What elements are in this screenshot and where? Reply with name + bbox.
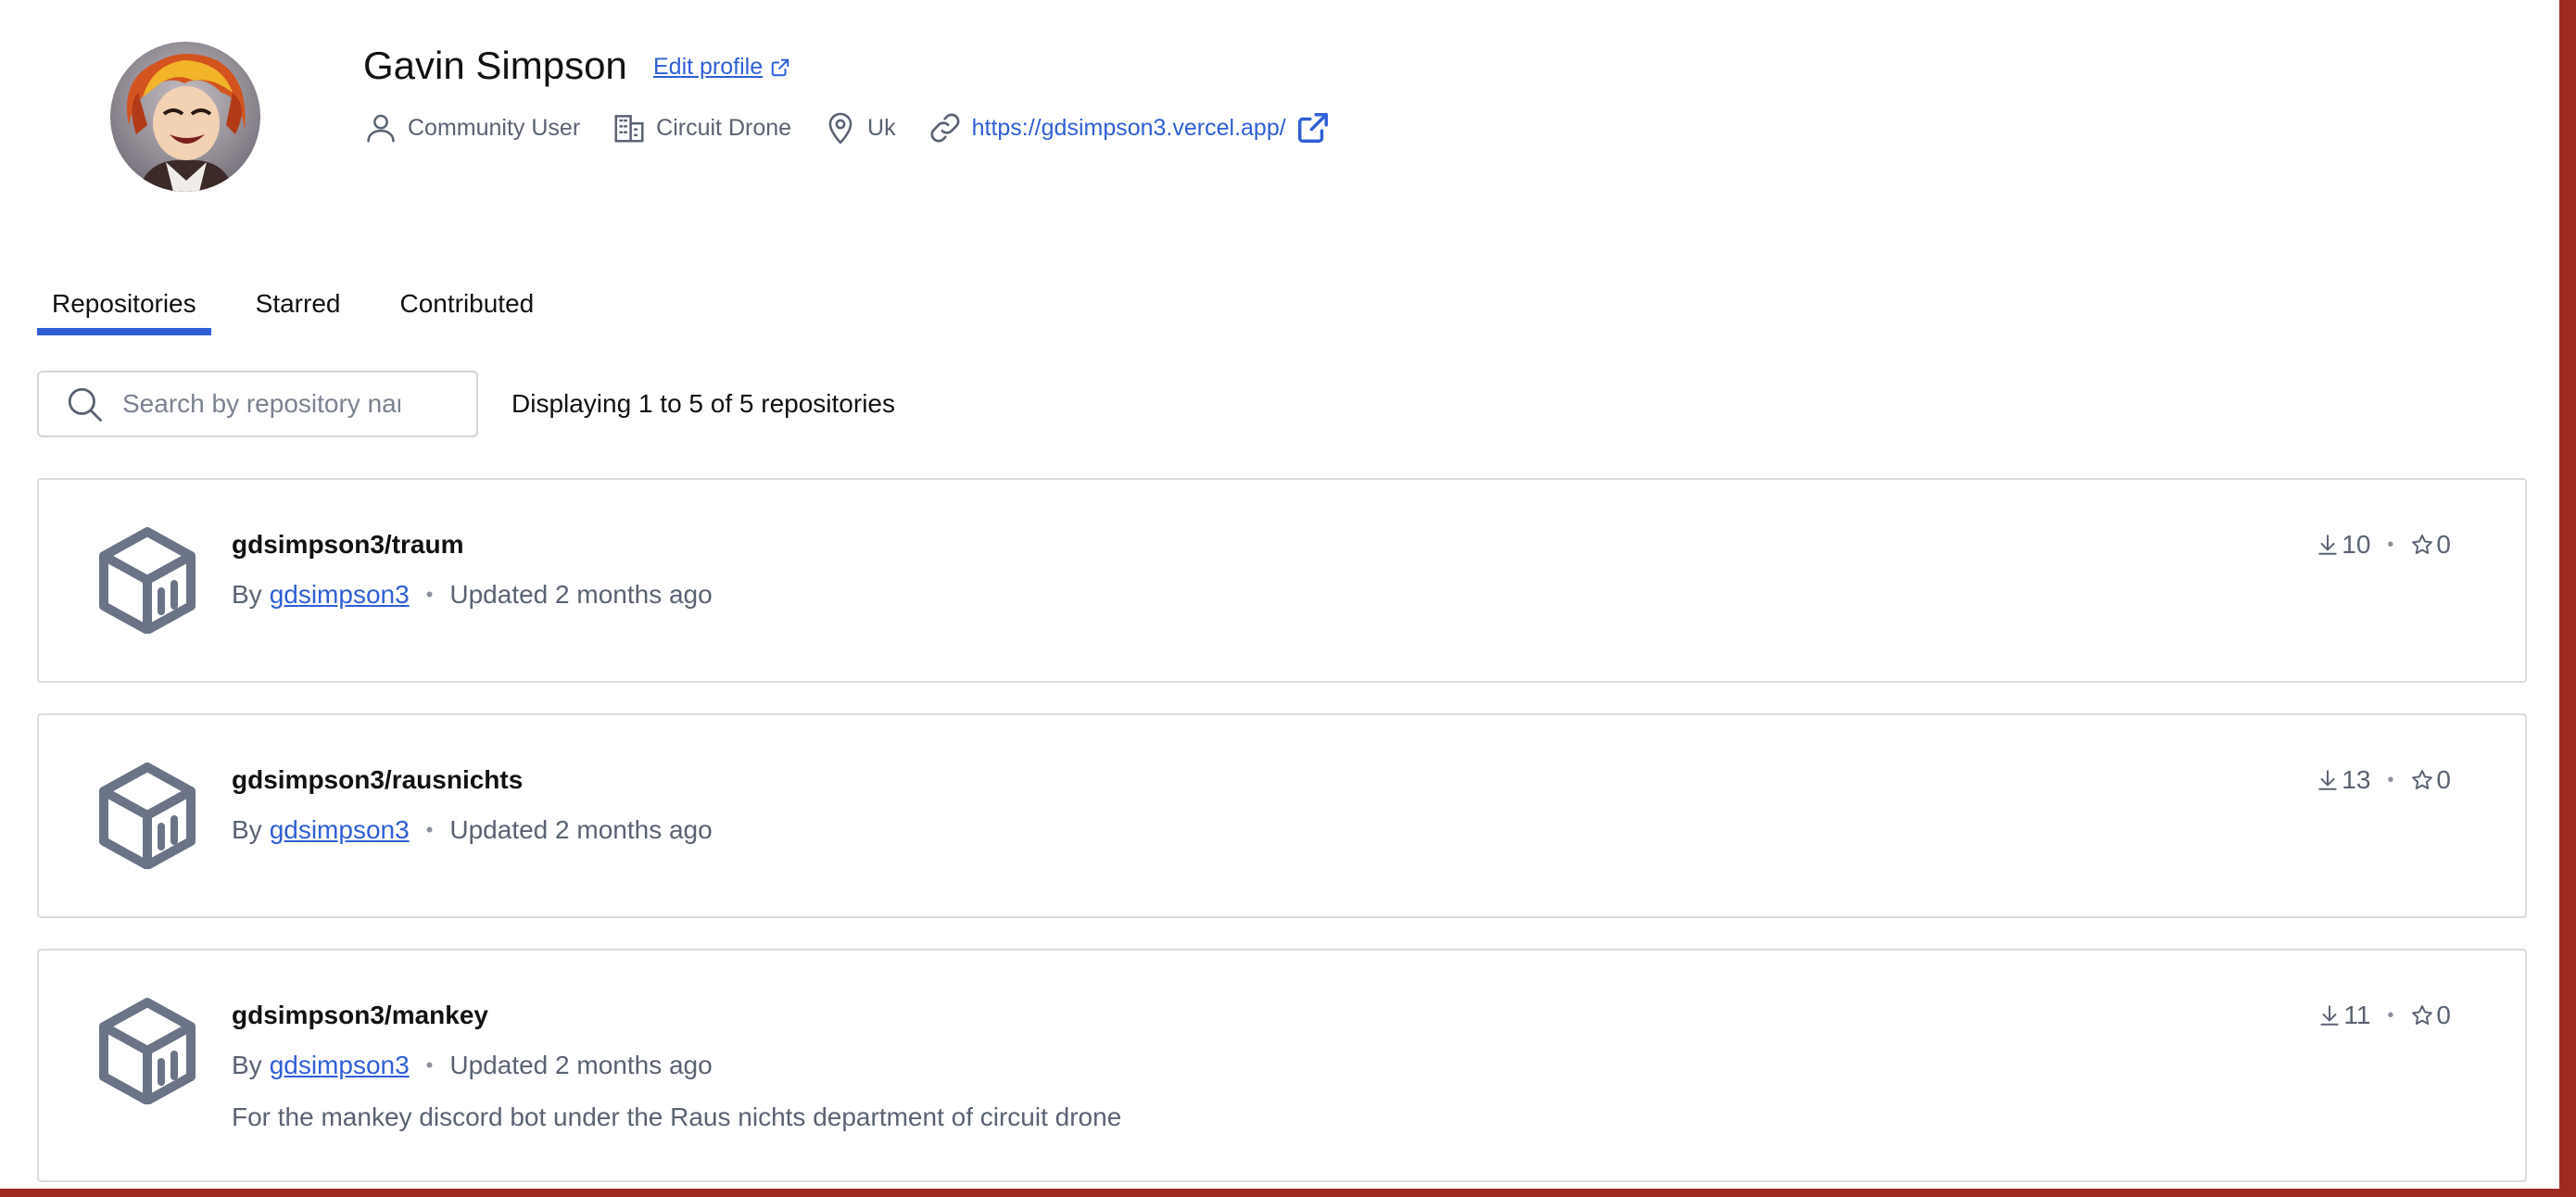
website-url: https://gdsimpson3.vercel.app/	[971, 114, 1286, 141]
download-icon	[2318, 770, 2337, 790]
repository-stats: 13 • 0	[2316, 765, 2451, 795]
profile-tabs: Repositories Starred Contributed	[37, 278, 578, 335]
separator-dot: •	[425, 583, 434, 606]
tab-starred[interactable]: Starred	[241, 278, 356, 335]
display-count: Displaying 1 to 5 of 5 repositories	[511, 389, 895, 418]
repository-description: For the mankey discord bot under the Rau…	[232, 1102, 1122, 1131]
download-count-value: 13	[2342, 765, 2371, 794]
repository-by-label: By	[232, 1051, 262, 1079]
profile-page: Gavin Simpson Edit profile Community Use…	[0, 0, 2559, 1189]
building-icon	[614, 115, 644, 143]
separator-dot: •	[2387, 1004, 2394, 1026]
avatar-illustration	[110, 42, 260, 192]
cube-icon	[96, 526, 198, 635]
star-count-value: 0	[2436, 530, 2451, 559]
repository-card[interactable]: gdsimpson3/rausnichts By gdsimpson3 • Up…	[37, 713, 2527, 918]
profile-location-label: Uk	[867, 114, 896, 141]
external-link-icon	[1297, 113, 1328, 143]
repository-card[interactable]: gdsimpson3/mankey By gdsimpson3 • Update…	[37, 949, 2527, 1182]
download-count: 11	[2317, 1001, 2370, 1030]
download-icon	[2320, 1005, 2339, 1026]
separator-dot: •	[2387, 769, 2394, 790]
download-count-value: 11	[2343, 1001, 2371, 1029]
repository-updated: Updated 2 months ago	[449, 1051, 713, 1079]
star-count[interactable]: 0	[2410, 530, 2451, 560]
profile-location: Uk	[823, 110, 896, 145]
repository-meta: By gdsimpson3 • Updated 2 months ago	[232, 1051, 713, 1080]
avatar[interactable]	[110, 42, 260, 192]
repository-card[interactable]: gdsimpson3/traum By gdsimpson3 • Updated…	[37, 478, 2527, 683]
repository-owner-link[interactable]: gdsimpson3	[270, 815, 410, 845]
star-count[interactable]: 0	[2410, 1001, 2451, 1030]
star-count-value: 0	[2436, 765, 2451, 794]
search-input[interactable]	[120, 388, 402, 420]
star-icon	[2412, 1005, 2433, 1025]
edit-profile-label: Edit profile	[653, 54, 764, 80]
download-icon	[2318, 535, 2337, 555]
repository-updated: Updated 2 months ago	[449, 815, 713, 844]
cube-icon	[96, 997, 198, 1105]
cube-icon	[96, 762, 198, 870]
star-icon	[2412, 770, 2433, 789]
search-icon	[68, 387, 102, 422]
profile-organization-label: Circuit Drone	[656, 114, 792, 141]
map-pin-icon	[828, 112, 852, 145]
profile-organization: Circuit Drone	[612, 110, 791, 145]
download-count: 10	[2316, 530, 2370, 560]
profile-website[interactable]: https://gdsimpson3.vercel.app/	[928, 110, 1340, 145]
repository-name[interactable]: gdsimpson3/mankey	[232, 1001, 488, 1030]
repository-owner-link[interactable]: gdsimpson3	[270, 1051, 410, 1080]
separator-dot: •	[2387, 534, 2394, 555]
repository-meta: By gdsimpson3 • Updated 2 months ago	[232, 580, 713, 610]
repository-updated: Updated 2 months ago	[449, 580, 713, 609]
repository-meta: By gdsimpson3 • Updated 2 months ago	[232, 815, 713, 845]
repository-owner-link[interactable]: gdsimpson3	[270, 580, 410, 610]
repository-name[interactable]: gdsimpson3/traum	[232, 530, 463, 560]
repository-stats: 10 • 0	[2316, 530, 2451, 560]
link-icon	[930, 113, 960, 143]
profile-name: Gavin Simpson	[363, 44, 627, 87]
window-frame-bottom	[0, 1189, 2576, 1197]
external-link-icon	[771, 58, 789, 76]
tab-contributed[interactable]: Contributed	[385, 278, 549, 335]
star-count-value: 0	[2436, 1001, 2451, 1029]
repository-by-label: By	[232, 815, 262, 844]
user-icon	[367, 114, 395, 143]
download-count: 13	[2316, 765, 2370, 795]
search-box[interactable]	[37, 371, 478, 437]
star-icon	[2412, 535, 2433, 554]
tab-repositories[interactable]: Repositories	[37, 278, 211, 335]
window-frame-right	[2559, 0, 2576, 1197]
repository-stats: 11 • 0	[2317, 1001, 2451, 1030]
edit-profile-link[interactable]: Edit profile	[653, 54, 790, 81]
repository-by-label: By	[232, 580, 262, 609]
profile-meta: Community User Circuit Drone Uk https://…	[363, 107, 1340, 148]
download-count-value: 10	[2342, 530, 2371, 559]
profile-role-label: Community User	[408, 114, 581, 141]
repository-name[interactable]: gdsimpson3/rausnichts	[232, 765, 523, 795]
separator-dot: •	[425, 818, 434, 841]
profile-role: Community User	[363, 110, 580, 145]
star-count[interactable]: 0	[2410, 765, 2451, 795]
website-link[interactable]: https://gdsimpson3.vercel.app/	[972, 110, 1340, 145]
separator-dot: •	[425, 1053, 434, 1077]
